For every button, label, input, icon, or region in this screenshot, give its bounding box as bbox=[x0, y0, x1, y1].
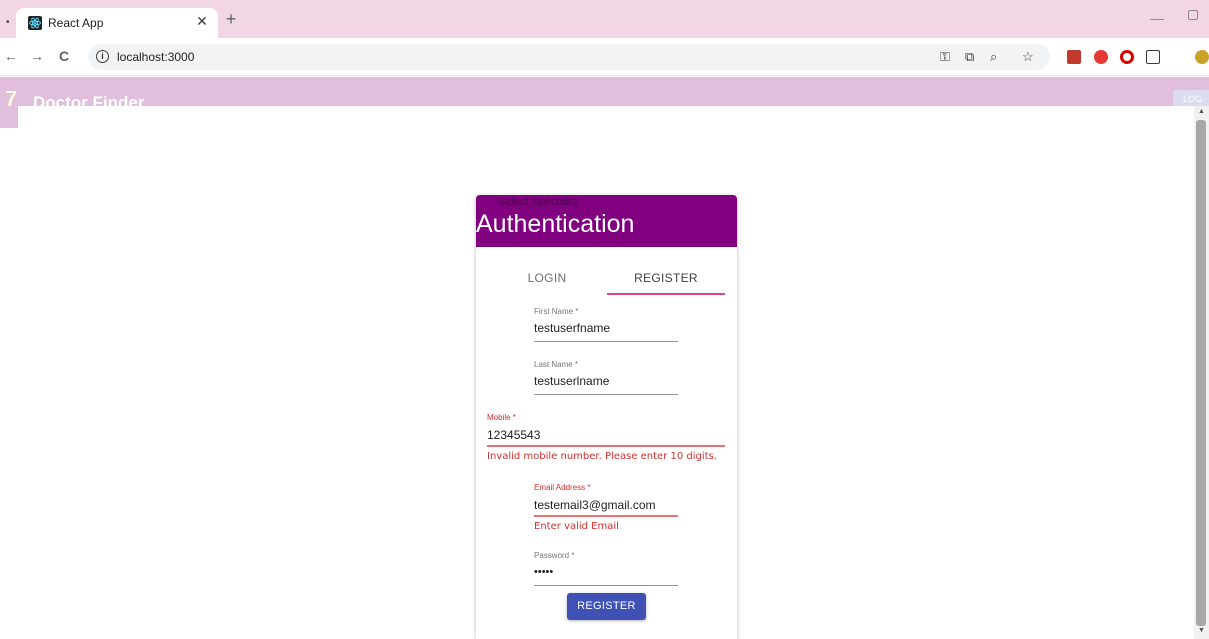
reload-button[interactable]: C bbox=[59, 48, 69, 64]
tab-title: React App bbox=[48, 16, 104, 30]
email-error-text: Enter valid Email bbox=[534, 521, 619, 532]
first-name-input[interactable]: testuserfname bbox=[534, 321, 610, 335]
opera-extension-icon[interactable] bbox=[1120, 50, 1134, 64]
auth-tabs: LOGIN REGISTER bbox=[476, 263, 737, 295]
last-name-field[interactable]: Last Name * testuserlname bbox=[534, 360, 678, 396]
email-label: Email Address * bbox=[534, 483, 591, 492]
first-name-field[interactable]: First Name * testuserfname bbox=[534, 307, 678, 343]
cast-icon[interactable]: ⧉ bbox=[965, 49, 974, 65]
window-minimize-button[interactable]: — bbox=[1150, 10, 1164, 26]
email-input[interactable]: testemail3@gmail.com bbox=[534, 498, 656, 512]
profile-avatar-icon[interactable] bbox=[1195, 50, 1209, 64]
tab-register[interactable]: REGISTER bbox=[607, 263, 725, 295]
mobile-error-text: Invalid mobile number. Please enter 10 d… bbox=[487, 451, 717, 462]
password-label: Password * bbox=[534, 551, 575, 560]
password-key-icon[interactable]: ⚿ bbox=[940, 49, 950, 65]
logo-icon: 7 bbox=[5, 91, 18, 106]
tab-login[interactable]: LOGIN bbox=[488, 263, 606, 295]
last-name-underline bbox=[534, 394, 678, 395]
password-underline bbox=[534, 585, 678, 586]
modal-title: Authentication bbox=[476, 210, 635, 238]
browser-toolbar: ← → C i localhost:3000 ⚿ ⧉ ⌕ ☆ bbox=[0, 38, 1209, 76]
header-login-button[interactable]: LOG bbox=[1173, 90, 1209, 106]
browser-tab[interactable]: React App ✕ bbox=[16, 8, 218, 38]
first-name-label: First Name * bbox=[534, 307, 579, 316]
tab-overflow-dot: • bbox=[6, 17, 10, 28]
browser-tab-strip: • React App ✕ + — bbox=[0, 0, 1209, 38]
scrollbar-thumb[interactable] bbox=[1196, 120, 1206, 626]
mobile-input[interactable]: 12345543 bbox=[487, 428, 540, 442]
app-title: Doctor Finder bbox=[33, 93, 145, 106]
app-header: 7 Doctor Finder LOG bbox=[0, 77, 1209, 106]
modal-header: Select Speciality Authentication bbox=[476, 195, 737, 247]
register-submit-button[interactable]: REGISTER bbox=[567, 593, 646, 620]
site-info-icon[interactable]: i bbox=[96, 50, 109, 63]
bookmark-star-icon[interactable]: ☆ bbox=[1022, 49, 1034, 65]
password-input[interactable]: ••••• bbox=[534, 566, 553, 578]
first-name-underline bbox=[534, 341, 678, 342]
scroll-down-arrow-icon[interactable]: ▼ bbox=[1198, 627, 1205, 634]
url-text[interactable]: localhost:3000 bbox=[117, 50, 194, 64]
address-bar[interactable]: i localhost:3000 ⚿ ⧉ ⌕ ☆ bbox=[88, 44, 1050, 70]
forward-button[interactable]: → bbox=[30, 48, 44, 64]
mobile-label: Mobile * bbox=[487, 413, 516, 422]
password-field[interactable]: Password * ••••• bbox=[534, 551, 678, 587]
email-field[interactable]: Email Address * testemail3@gmail.com Ent… bbox=[534, 483, 678, 537]
last-name-label: Last Name * bbox=[534, 360, 579, 369]
last-name-input[interactable]: testuserlname bbox=[534, 374, 609, 388]
zoom-icon[interactable]: ⌕ bbox=[990, 49, 997, 65]
red-extension-icon[interactable] bbox=[1067, 50, 1081, 64]
adblock-extension-icon[interactable] bbox=[1094, 50, 1108, 64]
email-underline bbox=[534, 515, 678, 517]
mobile-underline bbox=[487, 445, 725, 447]
window-restore-button[interactable] bbox=[1188, 10, 1198, 20]
scroll-up-arrow-icon[interactable]: ▲ bbox=[1198, 108, 1205, 115]
backdrop-strip bbox=[0, 106, 18, 128]
new-tab-button[interactable]: + bbox=[222, 9, 240, 29]
mobile-field[interactable]: Mobile * 12345543 Invalid mobile number.… bbox=[487, 413, 725, 467]
react-favicon-icon bbox=[28, 16, 42, 30]
back-button[interactable]: ← bbox=[4, 48, 18, 64]
puzzle-extensions-icon[interactable] bbox=[1146, 50, 1160, 64]
authentication-modal: Select Speciality Authentication LOGIN R… bbox=[476, 195, 737, 639]
page-scrollbar[interactable]: ▲ ▼ bbox=[1194, 106, 1209, 639]
tab-close-icon[interactable]: ✕ bbox=[194, 13, 210, 31]
select-speciality-label: Select Speciality bbox=[498, 196, 579, 208]
